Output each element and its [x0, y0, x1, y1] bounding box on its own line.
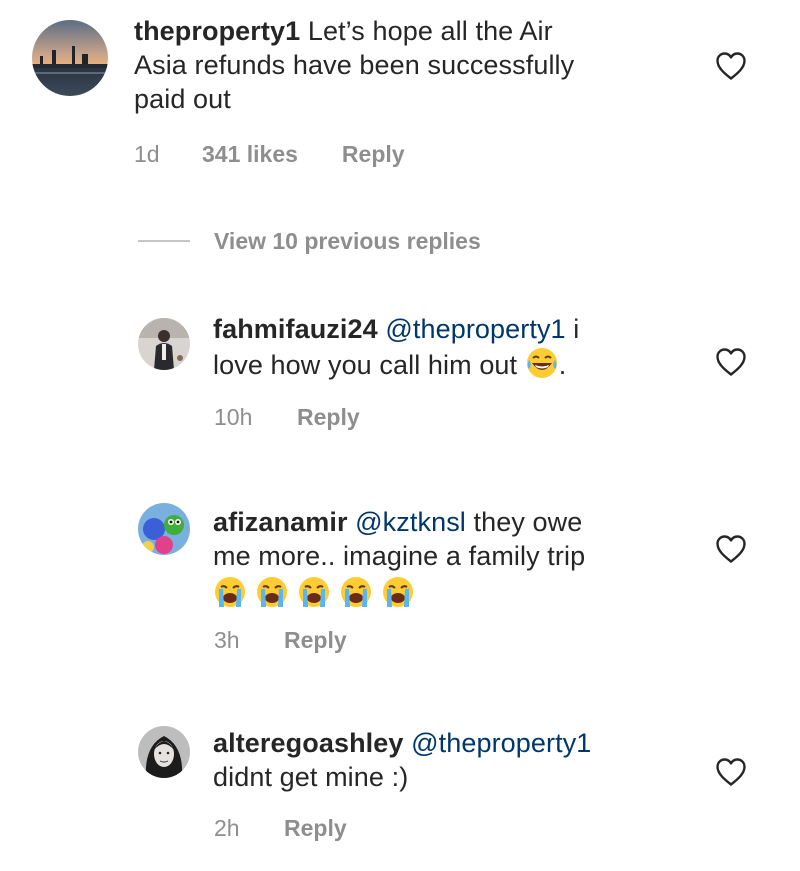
comment-text: afizanamir @kztknsl they owe me more.. i…	[213, 505, 693, 611]
reply-button[interactable]: Reply	[297, 403, 360, 431]
reply-button[interactable]: Reply	[342, 140, 405, 168]
mention-link[interactable]: @theproperty1	[411, 728, 591, 758]
comment-username[interactable]: fahmifauzi24	[213, 314, 378, 344]
avatar[interactable]	[32, 20, 108, 96]
comment-text: alteregoashley @theproperty1 didnt get m…	[213, 728, 592, 792]
laughing-emoji-icon	[525, 346, 559, 380]
likes-count[interactable]: 341 likes	[202, 140, 298, 168]
comment-meta: 3h Reply	[214, 626, 347, 654]
comment-time: 2h	[214, 815, 240, 841]
view-replies-label[interactable]: View 10 previous replies	[214, 228, 481, 255]
comment-text: theproperty1 Let’s hope all the Air Asia…	[134, 16, 575, 114]
view-previous-replies[interactable]: View 10 previous replies	[138, 226, 481, 256]
comment-time: 3h	[214, 627, 240, 653]
avatar[interactable]	[138, 318, 190, 370]
emoji-row	[213, 575, 693, 611]
comment-username[interactable]: theproperty1	[134, 16, 300, 46]
heart-icon[interactable]	[715, 347, 747, 377]
comment-time: 1d	[134, 141, 160, 167]
comment-text: fahmifauzi24 @theproperty1 i love how yo…	[213, 314, 580, 380]
comment-username[interactable]: alteregoashley	[213, 728, 404, 758]
crying-emoji-icon	[381, 575, 415, 609]
heart-icon[interactable]	[715, 757, 747, 787]
comment-time: 10h	[214, 404, 253, 430]
heart-icon[interactable]	[715, 534, 747, 564]
mention-link[interactable]: @theproperty1	[385, 314, 565, 344]
crying-emoji-icon	[297, 575, 331, 609]
crying-emoji-icon	[255, 575, 289, 609]
avatar[interactable]	[138, 726, 190, 778]
comment-meta: 1d 341 likes Reply	[134, 140, 405, 168]
reply-button[interactable]: Reply	[284, 814, 347, 842]
crying-emoji-icon	[213, 575, 247, 609]
mention-link[interactable]: @kztknsl	[355, 507, 466, 537]
crying-emoji-icon	[339, 575, 373, 609]
heart-icon[interactable]	[715, 51, 747, 81]
comment-meta: 10h Reply	[214, 403, 360, 431]
avatar[interactable]	[138, 503, 190, 555]
comment-meta: 2h Reply	[214, 814, 347, 842]
reply-button[interactable]: Reply	[284, 626, 347, 654]
comment-username[interactable]: afizanamir	[213, 507, 348, 537]
divider-line	[138, 240, 190, 242]
